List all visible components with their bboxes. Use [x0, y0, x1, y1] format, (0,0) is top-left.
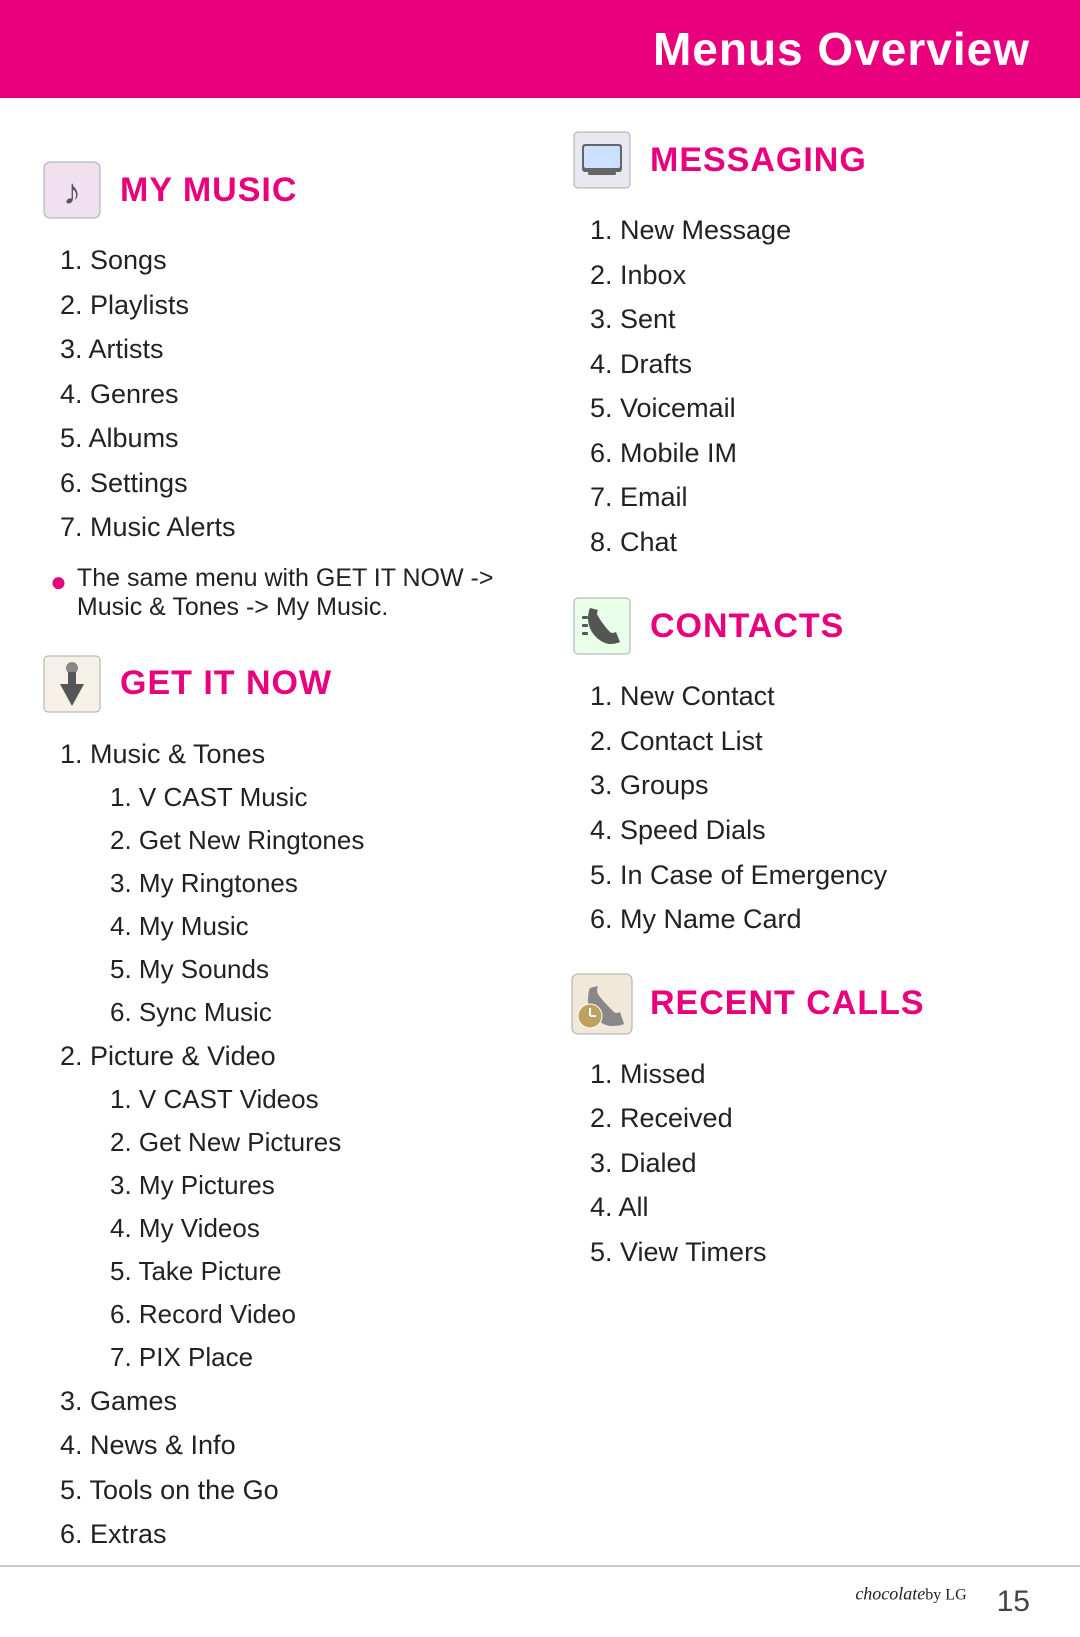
list-item: 1. New Contact: [590, 674, 1040, 719]
my-music-list: 1. Songs 2. Playlists 3. Artists 4. Genr…: [40, 238, 510, 550]
recent-calls-icon-svg: [570, 972, 634, 1036]
recent-calls-list: 1. Missed 2. Received 3. Dialed 4. All 5…: [570, 1052, 1040, 1275]
get-it-now-list: 1. Music & Tones 1. V CAST Music 2. Get …: [40, 732, 510, 1557]
note-bullet-icon: ●: [50, 566, 67, 598]
contacts-header: CONTACTS: [570, 594, 1040, 658]
get-it-now-header: GET IT NOW: [40, 652, 510, 716]
list-item: 4. News & Info: [60, 1423, 510, 1468]
picture-video-sublist: 1. V CAST Videos 2. Get New Pictures 3. …: [60, 1078, 510, 1378]
list-item: 4. Drafts: [590, 342, 1040, 387]
contacts-icon-svg: [572, 596, 632, 656]
list-item: 3. My Pictures: [110, 1164, 510, 1207]
list-item: 6. Record Video: [110, 1293, 510, 1336]
list-item: 6. My Name Card: [590, 897, 1040, 942]
svg-text:♪: ♪: [63, 171, 81, 212]
list-item: 1. V CAST Videos: [110, 1078, 510, 1121]
contacts-icon: [570, 594, 634, 658]
list-item: 8. Chat: [590, 520, 1040, 565]
messaging-header: MESSAGING: [570, 128, 1040, 192]
list-item: 7. Email: [590, 475, 1040, 520]
list-item: 3. Dialed: [590, 1141, 1040, 1186]
list-item: 5. Tools on the Go: [60, 1468, 510, 1513]
list-item: 2. Get New Pictures: [110, 1121, 510, 1164]
list-item: 5. Albums: [60, 416, 510, 461]
get-it-now-icon-svg: [42, 654, 102, 714]
messaging-icon-svg: [572, 130, 632, 190]
messaging-list: 1. New Message 2. Inbox 3. Sent 4. Draft…: [570, 208, 1040, 564]
list-item: 1. Music & Tones: [60, 732, 510, 777]
list-item: 5. In Case of Emergency: [590, 853, 1040, 898]
get-it-now-icon: [40, 652, 104, 716]
list-item: 1. Missed: [590, 1052, 1040, 1097]
list-item: 2. Inbox: [590, 253, 1040, 298]
list-item: 2. Contact List: [590, 719, 1040, 764]
page-header: Menus Overview: [0, 0, 1080, 98]
list-item: 5. View Timers: [590, 1230, 1040, 1275]
list-item: 7. Music Alerts: [60, 505, 510, 550]
list-item: 4. My Music: [110, 905, 510, 948]
list-item: 3. Games: [60, 1379, 510, 1424]
list-item: 3. Artists: [60, 327, 510, 372]
my-music-title: MY MUSIC: [120, 171, 297, 210]
list-item: 5. My Sounds: [110, 948, 510, 991]
get-it-now-title: GET IT NOW: [120, 664, 332, 703]
my-music-icon: ♪: [40, 158, 104, 222]
brand-suffix: by LG: [925, 1586, 966, 1603]
main-content: ♪ MY MUSIC 1. Songs 2. Playlists 3. Arti…: [0, 98, 1080, 1637]
list-item: 6. Mobile IM: [590, 431, 1040, 476]
list-item: 2. Get New Ringtones: [110, 819, 510, 862]
music-tones-sublist: 1. V CAST Music 2. Get New Ringtones 3. …: [60, 776, 510, 1033]
list-item: 7. PIX Place: [110, 1336, 510, 1379]
list-item: 3. Sent: [590, 297, 1040, 342]
list-item: 3. Groups: [590, 763, 1040, 808]
left-column: ♪ MY MUSIC 1. Songs 2. Playlists 3. Arti…: [40, 128, 550, 1557]
list-item: 6. Sync Music: [110, 991, 510, 1034]
list-item: 2. Received: [590, 1096, 1040, 1141]
recent-calls-header: RECENT CALLS: [570, 972, 1040, 1036]
list-item: 4. Speed Dials: [590, 808, 1040, 853]
list-item: 5. Voicemail: [590, 386, 1040, 431]
right-column: MESSAGING 1. New Message 2. Inbox 3. Sen…: [550, 128, 1040, 1557]
list-item: 4. My Videos: [110, 1207, 510, 1250]
list-item: 1. V CAST Music: [110, 776, 510, 819]
messaging-title: MESSAGING: [650, 141, 867, 180]
list-item: 6. Extras: [60, 1512, 510, 1557]
list-item: 6. Settings: [60, 461, 510, 506]
recent-calls-icon: [570, 972, 634, 1036]
list-item: 2. Playlists: [60, 283, 510, 328]
note-text: The same menu with GET IT NOW -> Music &…: [77, 564, 510, 622]
my-music-note: ● The same menu with GET IT NOW -> Music…: [40, 564, 510, 622]
contacts-list: 1. New Contact 2. Contact List 3. Groups…: [570, 674, 1040, 941]
page-title: Menus Overview: [653, 23, 1030, 75]
brand-logo: chocolateby LG: [855, 1583, 966, 1621]
recent-calls-title: RECENT CALLS: [650, 984, 925, 1023]
my-music-header: ♪ MY MUSIC: [40, 158, 510, 222]
page-footer: chocolateby LG 15: [0, 1565, 1080, 1637]
list-item: 5. Take Picture: [110, 1250, 510, 1293]
list-item: 1. New Message: [590, 208, 1040, 253]
list-item: 4. All: [590, 1185, 1040, 1230]
contacts-title: CONTACTS: [650, 607, 844, 646]
messaging-icon: [570, 128, 634, 192]
page-number: 15: [997, 1585, 1030, 1619]
list-item: 3. My Ringtones: [110, 862, 510, 905]
list-item: 2. Picture & Video: [60, 1034, 510, 1079]
brand-name: chocolate: [855, 1583, 925, 1603]
list-item: 1. Songs: [60, 238, 510, 283]
list-item: 4. Genres: [60, 372, 510, 417]
music-icon-svg: ♪: [42, 160, 102, 220]
